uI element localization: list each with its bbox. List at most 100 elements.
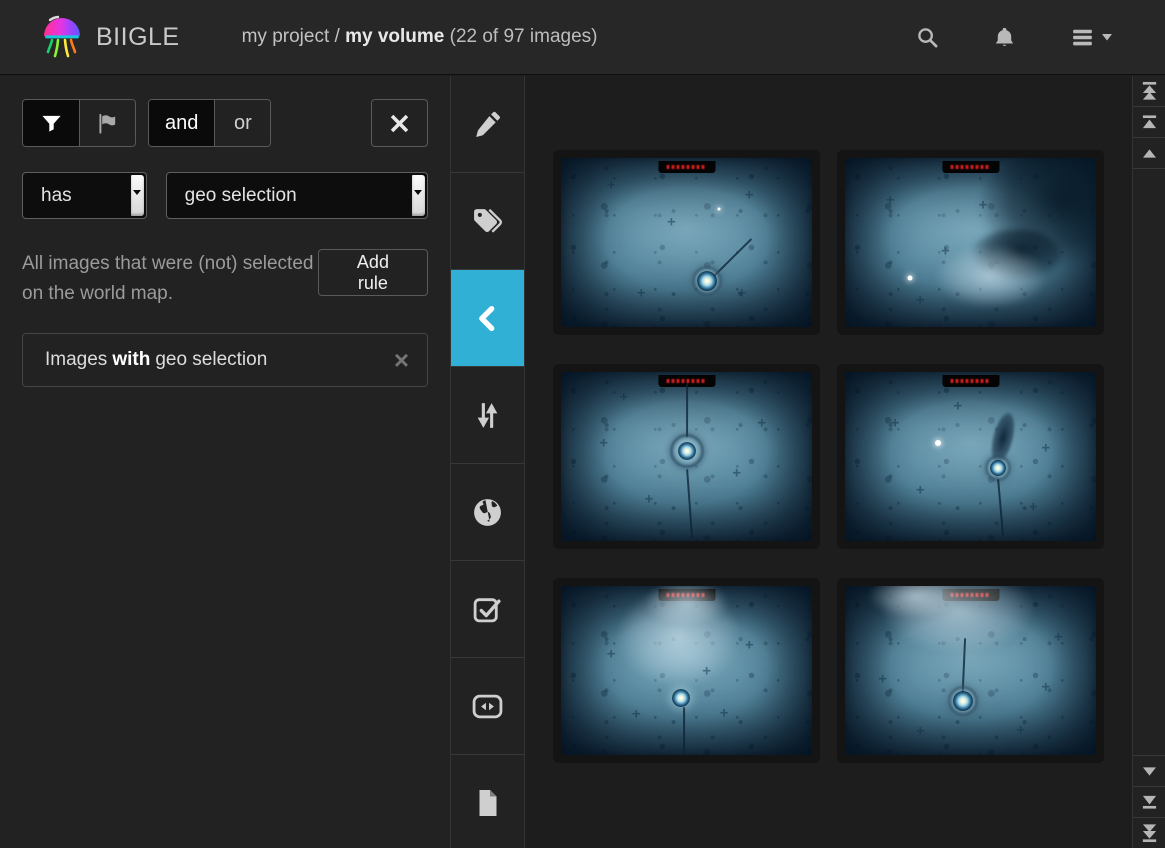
plume-overlay [978,158,1096,266]
thumbnail-6[interactable]: + + + + + [837,578,1104,763]
spark-overlay [718,207,721,210]
cross-overlay: + [979,197,988,214]
seafloor-photo: +++++ [561,586,812,755]
scroll-jump-bottom-button[interactable] [1133,817,1165,848]
seafloor-photo: +++++ [561,372,812,541]
flag-mode-button[interactable] [79,100,135,146]
sort-arrows-icon [472,400,503,431]
cross-overlay: + [1016,721,1025,738]
rosette-overlay [948,686,978,716]
rule-prefix: Images [45,349,107,371]
scroll-page-down-button[interactable] [1133,786,1165,817]
toolbar-tab-select[interactable] [451,561,524,658]
mist-overlay [880,586,1036,654]
timestamp-digits [951,593,991,597]
search-button[interactable] [912,22,943,53]
timestamp-digits [667,165,707,169]
and-operator-button[interactable]: and [149,100,214,146]
cross-overlay: + [878,670,887,687]
toolbar-tab-sort[interactable] [451,367,524,464]
operator-toggle: and or [148,99,271,147]
image-gallery: +++++++++++++++++++++++++++++ [526,76,1132,848]
chevron-left-icon [475,304,500,333]
jump-bottom-icon [1140,823,1159,843]
search-icon [916,26,939,49]
menu-icon [1070,25,1095,50]
cross-overlay: + [720,704,729,721]
scroll-top-buttons [1133,76,1165,169]
globe-icon [472,497,503,528]
rule-type-select[interactable]: geo selection [166,172,428,219]
notifications-button[interactable] [989,22,1020,53]
image-grid: +++++++++++++++++++++++++++++ [553,150,1104,763]
cross-overlay: + [737,285,746,302]
bell-icon [993,26,1016,49]
navbar-actions [912,21,1117,54]
remove-rule-button[interactable]: × [394,347,409,373]
toolbar-tab-geo-map[interactable] [451,464,524,561]
dropdown-arrow-icon [414,190,422,195]
thumbnail-2[interactable]: ++++ [837,150,1104,335]
toolbar-tab-annotate[interactable] [451,76,524,173]
spark-overlay [935,440,941,446]
left-right-carets-icon [472,694,503,719]
orb-overlay [697,271,717,291]
blob-overlay [987,410,1019,465]
scroll-page-up-button[interactable] [1133,107,1165,138]
cross-overlay: + [891,414,900,431]
scroll-jump-top-button[interactable] [1133,76,1165,107]
toolbar-tab-reports[interactable] [451,755,524,848]
mist-overlay [933,244,1048,308]
sidebar-toolbar [450,76,525,848]
plume-overlay [970,229,1060,283]
add-rule-button[interactable]: Add rule [318,249,428,296]
timestamp-overlay [942,589,999,601]
cross-overlay: + [916,723,925,740]
timestamp-overlay [942,161,999,173]
active-filter-rule: Images with geo selection × [22,333,428,387]
breadcrumb-volume: my volume [345,26,444,47]
cross-overlay: + [745,187,754,204]
toolbar-tab-filter-open[interactable] [451,270,524,367]
toolbar-tab-image-labels[interactable] [451,658,524,755]
select-dropdown-strip [131,175,144,216]
times-icon [389,113,410,134]
scroll-step-up-button[interactable] [1133,138,1165,169]
cross-overlay: + [702,662,711,679]
cross-overlay: + [1054,628,1063,645]
filter-help-text: All images that were (not) selected on t… [22,249,318,309]
stalk-overlay [683,707,685,755]
cross-overlay: + [1041,679,1050,696]
negate-select[interactable]: has [22,172,147,219]
thumbnail-3[interactable]: +++++ [553,364,820,549]
filter-mode-toggle [22,99,136,147]
scroll-step-down-button[interactable] [1133,755,1165,786]
toolbar-tab-labels[interactable] [451,173,524,270]
breadcrumb-separator: / [329,26,345,47]
thumbnail-1[interactable]: +++++ [553,150,820,335]
stalk-overlay [685,383,687,437]
seafloor-photo: +++++ [845,372,1096,541]
rule-operator: with [112,349,150,371]
or-operator-button[interactable]: or [214,100,270,146]
navbar: BIIGLE my project / my volume (22 of 97 … [0,0,1165,75]
seafloor-photo: +++++ [561,158,812,327]
mist-overlay [616,586,742,689]
tags-icon [472,207,504,236]
filter-mode-button[interactable] [23,100,79,146]
step-up-icon [1140,147,1159,160]
timestamp-digits [667,379,707,383]
thumbnail-4[interactable]: +++++ [837,364,1104,549]
rosette-overlay [692,266,722,296]
clear-filter-button[interactable] [371,99,428,147]
thumbnail-5[interactable]: +++++ [553,578,820,763]
timestamp-overlay [658,375,715,387]
filter-panel: and or has geo selection All images that… [0,76,450,848]
orb-overlay [990,460,1006,476]
breadcrumb-project-link[interactable]: my project [242,26,330,47]
brand-link[interactable]: BIIGLE [40,14,180,60]
file-icon [476,788,500,818]
cross-overlay: + [599,434,608,451]
main-menu-button[interactable] [1066,21,1117,54]
orb-overlay [678,442,696,460]
